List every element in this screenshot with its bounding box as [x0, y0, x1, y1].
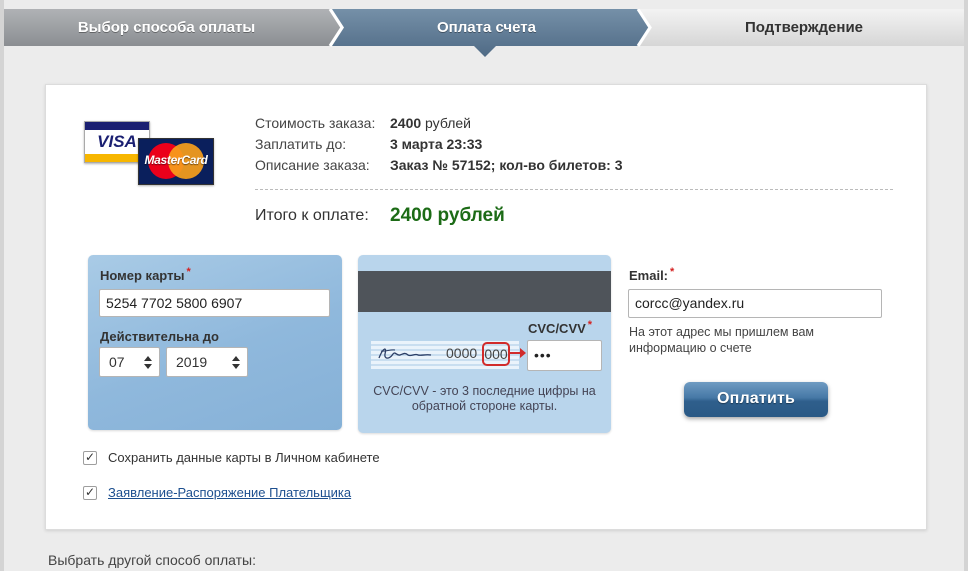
card-number-label: Номер карты *	[100, 266, 191, 283]
save-card-checkbox[interactable]: ✓	[83, 450, 97, 465]
step-confirmation: Подтверждение	[744, 19, 864, 36]
select-arrows-icon	[225, 348, 247, 376]
summary-divider	[255, 189, 893, 190]
arrow-right-icon	[510, 348, 526, 358]
cvc-panel: 0000 000 CVC/CVV * ••• CVC/CVV - это 3 по…	[358, 255, 611, 433]
cvc-help-text: CVC/CVV - это 3 последние цифры на обрат…	[373, 384, 596, 413]
email-input[interactable]: corcc@yandex.ru	[628, 289, 882, 318]
due-label: Заплатить до:	[255, 136, 347, 152]
due-value: 3 марта 23:33	[390, 136, 483, 152]
select-arrows-icon	[137, 348, 159, 376]
expiry-label: Действительна до	[100, 329, 219, 344]
payment-card: VISA MasterCard Стоимость заказа: 2400 р…	[45, 84, 927, 530]
checkmark-icon: ✓	[85, 450, 96, 464]
description-value: Заказ № 57152; кол-во билетов: 3	[390, 157, 623, 173]
mastercard-logo-text: MasterCard	[144, 153, 208, 167]
signature-icon	[378, 348, 432, 359]
payer-statement-checkbox[interactable]: ✓	[83, 485, 97, 500]
cost-amount: 2400	[390, 115, 422, 131]
total-amount: 2400 рублей	[390, 205, 505, 226]
card-number-sample: 0000	[446, 345, 478, 361]
cvv-sample-highlight: 000	[482, 342, 510, 366]
card-number-input[interactable]: 5254 7702 5800 6907	[99, 289, 330, 317]
total-label: Итого к оплате:	[255, 207, 369, 224]
save-card-label: Сохранить данные карты в Личном кабинете	[108, 450, 380, 465]
visa-logo-band-top	[85, 122, 149, 130]
expiry-year-value: 2019	[176, 354, 208, 370]
cost-value: 2400 рублей	[390, 113, 471, 133]
cvc-label: CVC/CVV *	[528, 319, 593, 336]
checkmark-icon: ✓	[85, 485, 96, 499]
step-pay-invoice: Оплата счета	[437, 19, 536, 36]
description-label: Описание заказа:	[255, 157, 370, 173]
other-payment-method-heading: Выбрать другой способ оплаты:	[48, 552, 256, 568]
cost-currency: рублей	[425, 115, 471, 131]
mastercard-logo: MasterCard	[138, 138, 214, 185]
step-choose-method[interactable]: Выбор способа оплаты	[4, 9, 329, 46]
expiry-month-value: 07	[109, 354, 125, 370]
cvc-input[interactable]: •••	[527, 340, 602, 371]
email-label-text: Email:	[629, 268, 669, 283]
card-details-panel: Номер карты * 5254 7702 5800 6907 Действи…	[88, 255, 342, 430]
required-mark: *	[670, 266, 675, 278]
email-note: На этот адрес мы пришлем вам информацию …	[629, 325, 815, 355]
card-number-label-text: Номер карты	[100, 268, 185, 283]
cvc-label-text: CVC/CVV	[528, 321, 586, 336]
checkout-steps: Выбор способа оплаты Оплата счета Подтве…	[4, 9, 964, 57]
email-label: Email: *	[629, 266, 675, 283]
required-mark: *	[587, 319, 593, 331]
expiry-year-select[interactable]: 2019	[166, 347, 248, 377]
frame-right-border	[964, 0, 968, 571]
expiry-month-select[interactable]: 07	[99, 347, 160, 377]
cost-label: Стоимость заказа:	[255, 115, 376, 131]
magnetic-stripe	[358, 271, 611, 312]
required-mark: *	[186, 266, 191, 278]
payer-statement-link[interactable]: Заявление-Распоряжение Плательщика	[108, 485, 351, 500]
frame-left-border	[0, 0, 4, 571]
pay-button[interactable]: Оплатить	[684, 382, 828, 417]
